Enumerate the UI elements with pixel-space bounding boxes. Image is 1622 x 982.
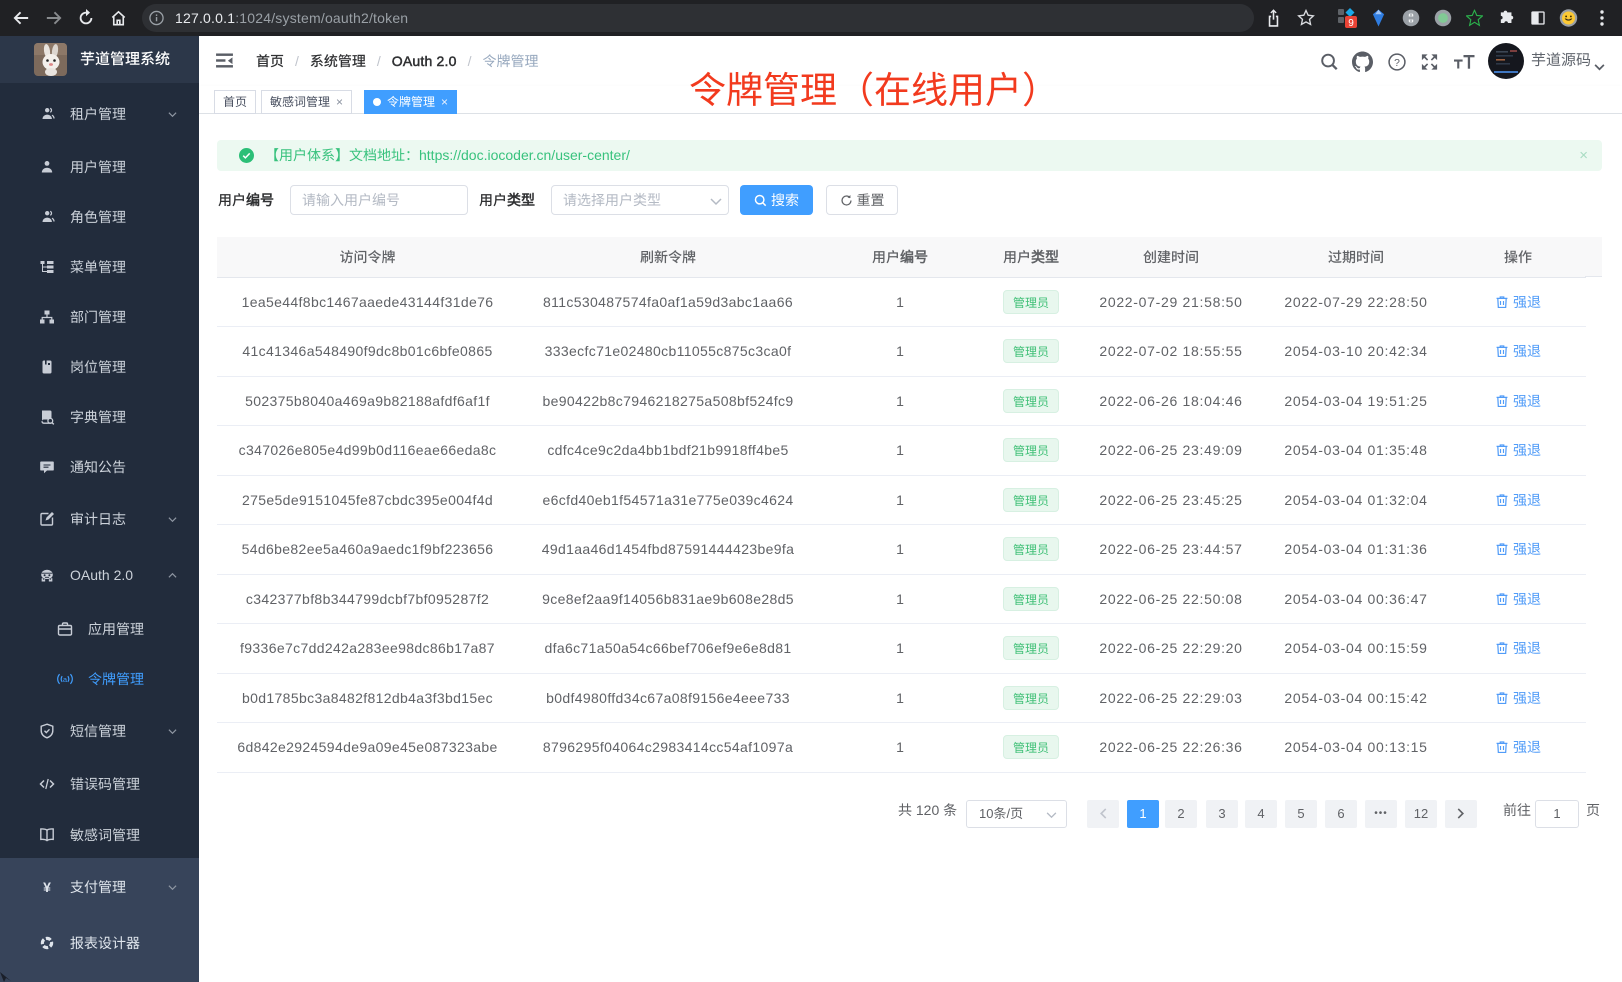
svg-text:9: 9 [1348, 18, 1354, 29]
svg-text:a: a [63, 675, 68, 684]
svg-text:¥: ¥ [43, 879, 51, 895]
svg-text:?: ? [1394, 57, 1400, 68]
